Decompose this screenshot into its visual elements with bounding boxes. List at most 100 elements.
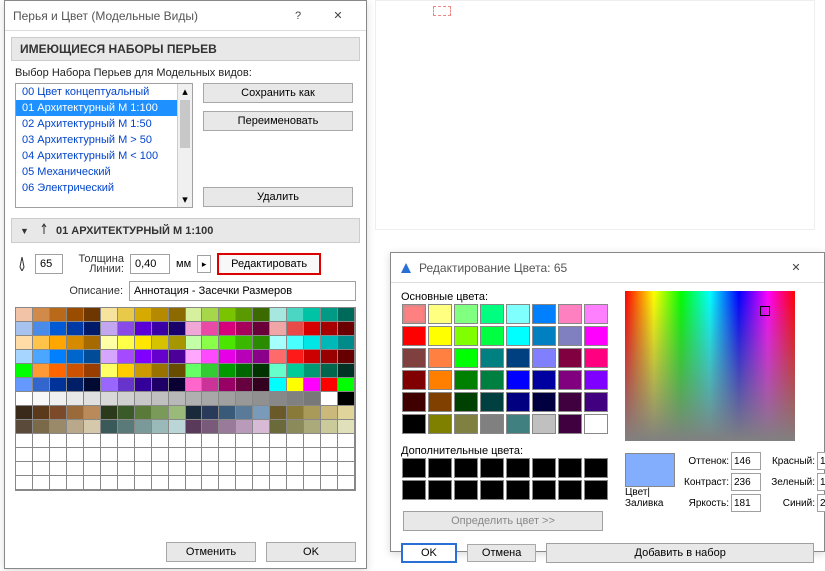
palette-swatch[interactable] <box>169 308 186 322</box>
palette-swatch[interactable] <box>304 420 321 434</box>
palette-swatch[interactable] <box>186 448 203 462</box>
additional-color-swatch[interactable] <box>558 480 582 500</box>
palette-swatch[interactable] <box>287 378 304 392</box>
palette-swatch[interactable] <box>101 462 118 476</box>
palette-swatch[interactable] <box>287 476 304 490</box>
palette-swatch[interactable] <box>236 336 253 350</box>
palette-swatch[interactable] <box>118 378 135 392</box>
palette-swatch[interactable] <box>270 336 287 350</box>
palette-swatch[interactable] <box>219 350 236 364</box>
add-to-set-button[interactable]: Добавить в набор <box>546 543 814 563</box>
palette-swatch[interactable] <box>304 350 321 364</box>
palette-swatch[interactable] <box>101 448 118 462</box>
palette-swatch[interactable] <box>33 448 50 462</box>
palette-swatch[interactable] <box>304 378 321 392</box>
palette-swatch[interactable] <box>186 476 203 490</box>
palette-swatch[interactable] <box>101 420 118 434</box>
palette-swatch[interactable] <box>236 476 253 490</box>
palette-swatch[interactable] <box>67 434 84 448</box>
palette-swatch[interactable] <box>304 392 321 406</box>
palette-swatch[interactable] <box>84 448 101 462</box>
palette-swatch[interactable] <box>186 462 203 476</box>
palette-swatch[interactable] <box>118 406 135 420</box>
palette-swatch[interactable] <box>321 406 338 420</box>
palette-swatch[interactable] <box>304 434 321 448</box>
palette-swatch[interactable] <box>202 420 219 434</box>
palette-swatch[interactable] <box>186 392 203 406</box>
palette-swatch[interactable] <box>84 336 101 350</box>
basic-color-swatch[interactable] <box>584 370 608 390</box>
basic-colors-grid[interactable] <box>401 303 611 435</box>
palette-swatch[interactable] <box>84 322 101 336</box>
palette-swatch[interactable] <box>321 336 338 350</box>
palette-swatch[interactable] <box>101 322 118 336</box>
palette-swatch[interactable] <box>304 406 321 420</box>
basic-color-swatch[interactable] <box>506 348 530 368</box>
palette-swatch[interactable] <box>186 336 203 350</box>
palette-swatch[interactable] <box>236 364 253 378</box>
palette-swatch[interactable] <box>50 350 67 364</box>
palette-swatch[interactable] <box>169 406 186 420</box>
palette-swatch[interactable] <box>219 406 236 420</box>
save-as-button[interactable]: Сохранить как <box>203 83 353 103</box>
additional-color-swatch[interactable] <box>506 480 530 500</box>
scrollbar[interactable]: ▴ ▾ <box>177 84 192 207</box>
palette-swatch[interactable] <box>169 364 186 378</box>
basic-color-swatch[interactable] <box>454 326 478 346</box>
palette-swatch[interactable] <box>152 406 169 420</box>
palette-swatch[interactable] <box>219 462 236 476</box>
basic-color-swatch[interactable] <box>480 370 504 390</box>
palette-swatch[interactable] <box>338 378 355 392</box>
palette-swatch[interactable] <box>67 322 84 336</box>
additional-color-swatch[interactable] <box>428 458 452 478</box>
basic-color-swatch[interactable] <box>506 414 530 434</box>
palette-swatch[interactable] <box>50 336 67 350</box>
palette-swatch[interactable] <box>219 378 236 392</box>
palette-swatch[interactable] <box>169 462 186 476</box>
palette-swatch[interactable] <box>287 336 304 350</box>
palette-swatch[interactable] <box>84 308 101 322</box>
palette-swatch[interactable] <box>169 448 186 462</box>
basic-color-swatch[interactable] <box>558 414 582 434</box>
basic-color-swatch[interactable] <box>480 304 504 324</box>
palette-swatch[interactable] <box>270 322 287 336</box>
palette-swatch[interactable] <box>135 308 152 322</box>
additional-color-swatch[interactable] <box>454 458 478 478</box>
penset-item[interactable]: 00 Цвет концептуальный <box>16 84 192 100</box>
palette-swatch[interactable] <box>135 448 152 462</box>
penset-item[interactable]: 05 Механический <box>16 164 192 180</box>
basic-color-swatch[interactable] <box>532 414 556 434</box>
basic-color-swatch[interactable] <box>428 370 452 390</box>
palette-swatch[interactable] <box>33 434 50 448</box>
color-ok-button[interactable]: OK <box>401 543 457 563</box>
palette-swatch[interactable] <box>186 420 203 434</box>
pen-color-palette[interactable] <box>15 307 356 491</box>
palette-swatch[interactable] <box>338 336 355 350</box>
palette-swatch[interactable] <box>321 420 338 434</box>
palette-swatch[interactable] <box>236 308 253 322</box>
palette-swatch[interactable] <box>84 462 101 476</box>
additional-color-swatch[interactable] <box>480 458 504 478</box>
additional-color-swatch[interactable] <box>532 480 556 500</box>
palette-swatch[interactable] <box>270 406 287 420</box>
palette-swatch[interactable] <box>186 406 203 420</box>
palette-swatch[interactable] <box>236 392 253 406</box>
color-titlebar[interactable]: Редактирование Цвета: 65 ✕ <box>391 253 824 283</box>
additional-color-swatch[interactable] <box>402 458 426 478</box>
palette-swatch[interactable] <box>152 336 169 350</box>
basic-color-swatch[interactable] <box>506 304 530 324</box>
palette-swatch[interactable] <box>50 462 67 476</box>
dropdown-icon[interactable]: ▸ <box>197 255 211 273</box>
penset-item[interactable]: 02 Архитектурный М 1:50 <box>16 116 192 132</box>
close-button[interactable]: ✕ <box>318 2 358 30</box>
ok-button[interactable]: OK <box>266 542 356 562</box>
palette-swatch[interactable] <box>304 448 321 462</box>
additional-color-swatch[interactable] <box>584 480 608 500</box>
additional-colors-grid[interactable] <box>401 457 611 501</box>
palette-swatch[interactable] <box>152 350 169 364</box>
palette-swatch[interactable] <box>152 434 169 448</box>
palette-swatch[interactable] <box>16 308 33 322</box>
lum-input[interactable] <box>731 494 761 512</box>
define-color-button[interactable]: Определить цвет >> <box>403 511 603 531</box>
palette-swatch[interactable] <box>236 322 253 336</box>
